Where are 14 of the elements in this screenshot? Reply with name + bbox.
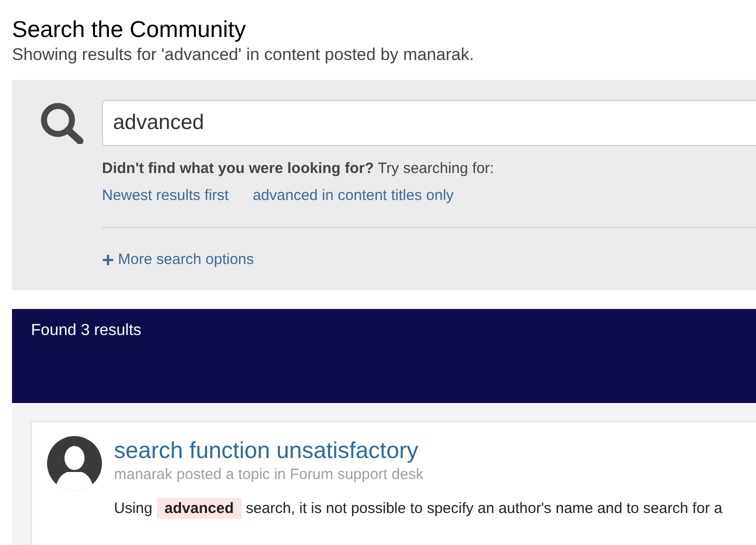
- results-count: Found 3 results: [31, 322, 142, 338]
- avatar-icon: [47, 436, 102, 490]
- result-meta: manarak posted a topic in Forum support desk: [114, 464, 424, 484]
- search-hint: Didn't find what you were looking for? Try searching for:: [102, 159, 495, 179]
- result-snippet: Using advanced search, it is not possible to specify an author's name and to search for a: [114, 498, 722, 520]
- plus-icon: [102, 254, 114, 266]
- search-field[interactable]: advanced: [102, 100, 756, 146]
- page-subtitle: Showing results for 'advanced' in content posted by manarak.: [12, 44, 475, 66]
- search-icon: [40, 102, 84, 144]
- more-options-link[interactable]: More search options: [102, 249, 254, 272]
- page-title: Search the Community: [12, 15, 247, 44]
- suggestion-link[interactable]: Newest results first: [102, 184, 229, 207]
- suggestion-link[interactable]: advanced in content titles only: [252, 184, 454, 207]
- result-title[interactable]: search function unsatisfactory: [114, 436, 722, 464]
